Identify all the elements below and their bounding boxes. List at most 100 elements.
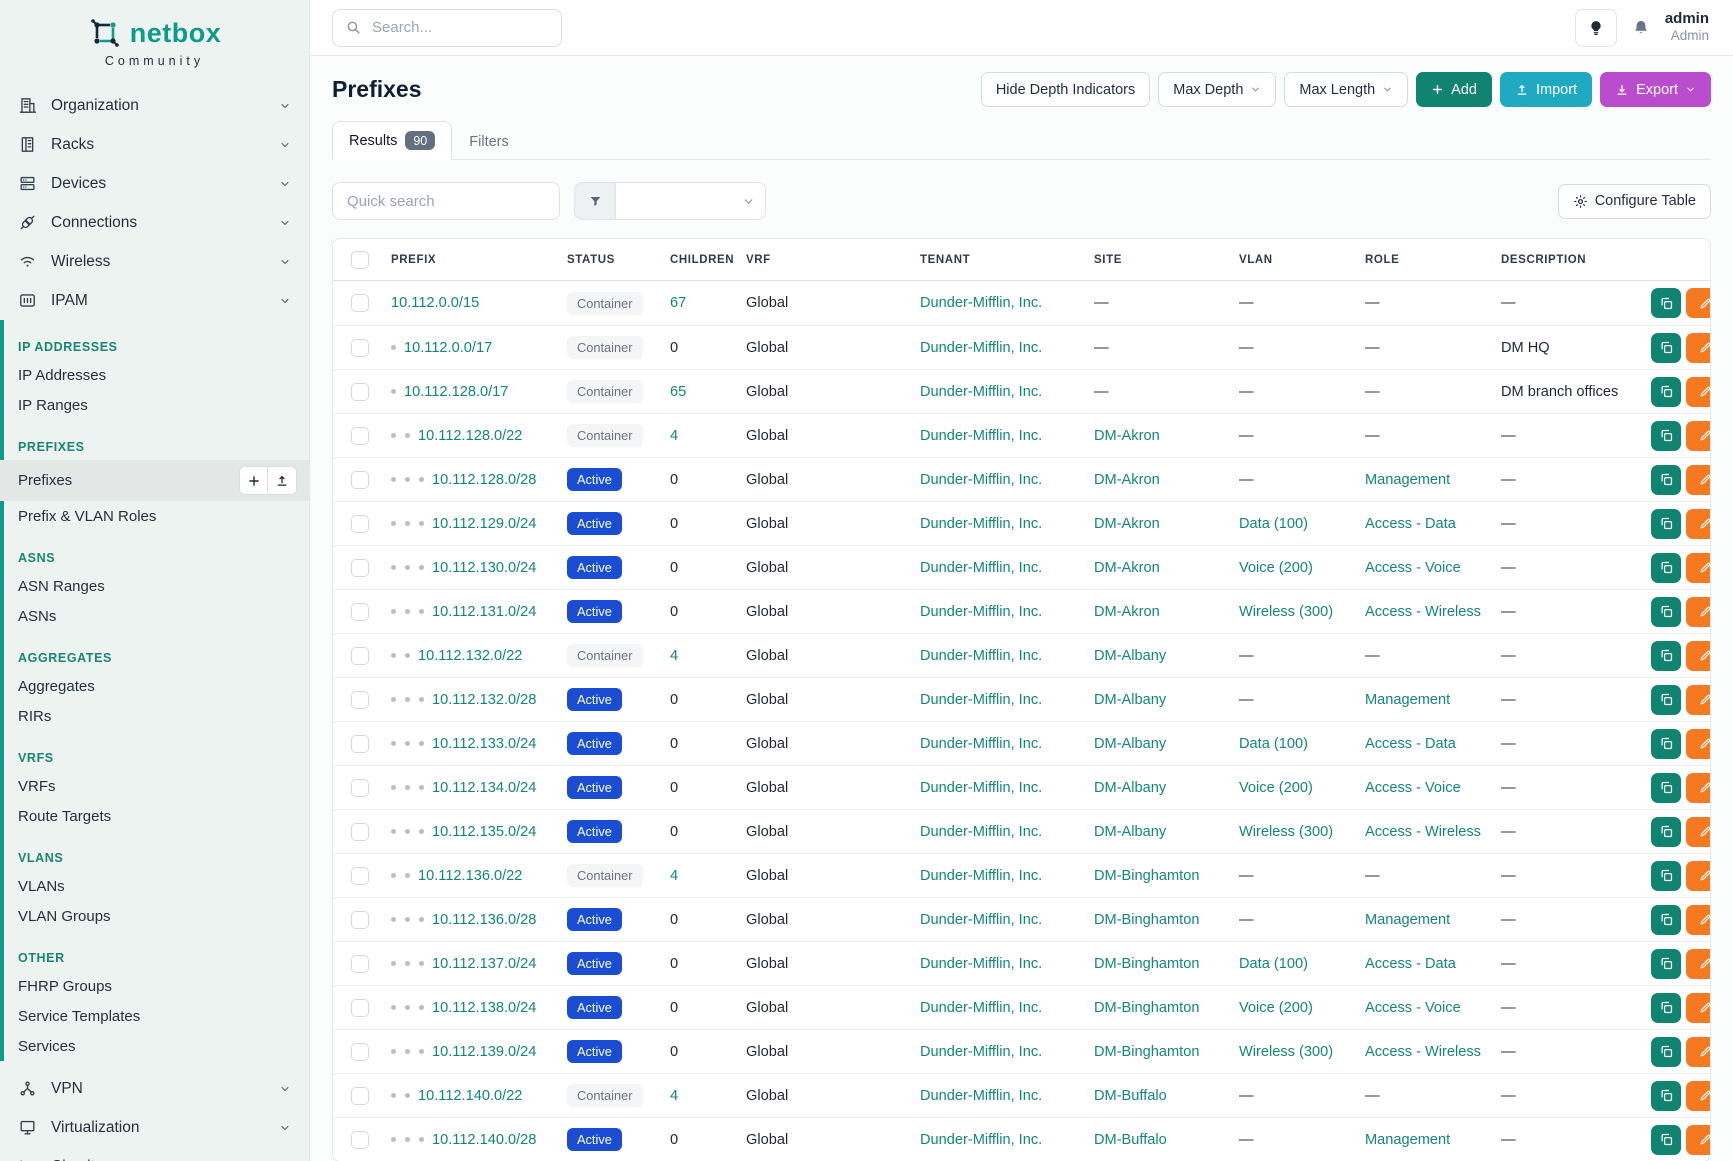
column-header-prefix[interactable]: PREFIX [391, 254, 567, 266]
edit-button[interactable] [1686, 861, 1711, 891]
max-depth-dropdown[interactable]: Max Depth [1158, 72, 1276, 107]
vlan-link[interactable]: Wireless (300) [1239, 824, 1333, 840]
site-link[interactable]: DM-Albany [1094, 824, 1166, 840]
row-checkbox[interactable] [351, 1131, 369, 1149]
row-checkbox[interactable] [351, 1043, 369, 1061]
role-link[interactable]: Access - Data [1365, 736, 1456, 752]
tenant-link[interactable]: Dunder-Mifflin, Inc. [920, 1000, 1042, 1016]
column-header-role[interactable]: ROLE [1365, 254, 1501, 266]
tenant-link[interactable]: Dunder-Mifflin, Inc. [920, 1044, 1042, 1060]
column-header-children[interactable]: CHILDREN [670, 254, 746, 266]
site-link[interactable]: DM-Buffalo [1094, 1088, 1167, 1104]
sidebar-item-vrfs[interactable]: VRFs [0, 771, 309, 801]
prefix-link[interactable]: 10.112.131.0/24 [432, 604, 536, 620]
tenant-link[interactable]: Dunder-Mifflin, Inc. [920, 780, 1042, 796]
site-link[interactable]: DM-Binghamton [1094, 868, 1199, 884]
sidebar-group-racks[interactable]: Racks [0, 125, 309, 164]
children-count-link[interactable]: 4 [670, 1088, 678, 1104]
edit-button[interactable] [1686, 685, 1711, 715]
column-header-vrf[interactable]: VRF [746, 254, 920, 266]
row-checkbox[interactable] [351, 691, 369, 709]
sidebar-item-prefixes[interactable]: Prefixes [0, 460, 309, 501]
prefix-link[interactable]: 10.112.132.0/22 [418, 648, 522, 664]
copy-button[interactable] [1651, 905, 1681, 935]
edit-button[interactable] [1686, 1081, 1711, 1111]
role-link[interactable]: Access - Data [1365, 956, 1456, 972]
edit-button[interactable] [1686, 773, 1711, 803]
max-length-dropdown[interactable]: Max Length [1284, 72, 1408, 107]
vlan-link[interactable]: Voice (200) [1239, 1000, 1313, 1016]
sidebar-item-prefix-vlan-roles[interactable]: Prefix & VLAN Roles [0, 501, 309, 531]
vlan-link[interactable]: Voice (200) [1239, 780, 1313, 796]
edit-button[interactable] [1686, 993, 1711, 1023]
role-link[interactable]: Access - Wireless [1365, 824, 1481, 840]
tab-filters[interactable]: Filters [452, 124, 525, 160]
sidebar-item-fhrp-groups[interactable]: FHRP Groups [0, 971, 309, 1001]
quick-search-input[interactable] [332, 182, 560, 220]
site-link[interactable]: DM-Akron [1094, 604, 1160, 620]
copy-button[interactable] [1651, 641, 1681, 671]
edit-button[interactable] [1686, 333, 1711, 363]
children-count-link[interactable]: 65 [670, 384, 686, 400]
copy-button[interactable] [1651, 465, 1681, 495]
sidebar-group-connections[interactable]: Connections [0, 203, 309, 242]
column-header-site[interactable]: SITE [1094, 254, 1239, 266]
edit-button[interactable] [1686, 1125, 1711, 1155]
row-checkbox[interactable] [351, 735, 369, 753]
column-header-vlan[interactable]: VLAN [1239, 254, 1365, 266]
sidebar-item-rirs[interactable]: RIRs [0, 701, 309, 731]
vlan-link[interactable]: Data (100) [1239, 516, 1308, 532]
prefix-link[interactable]: 10.112.0.0/15 [391, 295, 479, 311]
site-link[interactable]: DM-Albany [1094, 648, 1166, 664]
global-search[interactable] [332, 9, 562, 47]
sidebar-item-aggregates[interactable]: Aggregates [0, 671, 309, 701]
tenant-link[interactable]: Dunder-Mifflin, Inc. [920, 868, 1042, 884]
sidebar-group-virtualization[interactable]: Virtualization [0, 1108, 309, 1147]
hide-depth-indicators-button[interactable]: Hide Depth Indicators [981, 72, 1150, 107]
tenant-link[interactable]: Dunder-Mifflin, Inc. [920, 736, 1042, 752]
tenant-link[interactable]: Dunder-Mifflin, Inc. [920, 428, 1042, 444]
vlan-link[interactable]: Data (100) [1239, 736, 1308, 752]
edit-button[interactable] [1686, 949, 1711, 979]
configure-table-button[interactable]: Configure Table [1558, 184, 1711, 219]
column-header-description[interactable]: DESCRIPTION [1501, 254, 1651, 266]
tenant-link[interactable]: Dunder-Mifflin, Inc. [920, 648, 1042, 664]
select-all-checkbox[interactable] [351, 251, 369, 269]
copy-button[interactable] [1651, 377, 1681, 407]
user-menu[interactable]: admin Admin [1665, 10, 1709, 46]
sidebar-item-route-targets[interactable]: Route Targets [0, 801, 309, 831]
children-count-link[interactable]: 4 [670, 428, 678, 444]
prefix-link[interactable]: 10.112.138.0/24 [432, 1000, 536, 1016]
copy-button[interactable] [1651, 1125, 1681, 1155]
tenant-link[interactable]: Dunder-Mifflin, Inc. [920, 384, 1042, 400]
tenant-link[interactable]: Dunder-Mifflin, Inc. [920, 295, 1042, 311]
site-link[interactable]: DM-Albany [1094, 692, 1166, 708]
copy-button[interactable] [1651, 773, 1681, 803]
row-checkbox[interactable] [351, 955, 369, 973]
row-checkbox[interactable] [351, 471, 369, 489]
prefix-link[interactable]: 10.112.0.0/17 [404, 340, 492, 356]
vlan-link[interactable]: Data (100) [1239, 956, 1308, 972]
sidebar-group-devices[interactable]: Devices [0, 164, 309, 203]
prefix-link[interactable]: 10.112.140.0/22 [418, 1088, 522, 1104]
row-checkbox[interactable] [351, 999, 369, 1017]
edit-button[interactable] [1686, 377, 1711, 407]
prefix-link[interactable]: 10.112.128.0/17 [404, 384, 508, 400]
role-link[interactable]: Management [1365, 472, 1450, 488]
site-link[interactable]: DM-Akron [1094, 516, 1160, 532]
role-link[interactable]: Management [1365, 912, 1450, 928]
children-count-link[interactable]: 4 [670, 868, 678, 884]
notifications-button[interactable] [1631, 18, 1651, 38]
prefix-link[interactable]: 10.112.128.0/28 [432, 472, 536, 488]
filter-dropdown[interactable] [616, 182, 766, 220]
edit-button[interactable] [1686, 1037, 1711, 1067]
site-link[interactable]: DM-Akron [1094, 428, 1160, 444]
copy-button[interactable] [1651, 421, 1681, 451]
prefix-link[interactable]: 10.112.139.0/24 [432, 1044, 536, 1060]
row-checkbox[interactable] [351, 1087, 369, 1105]
site-link[interactable]: DM-Binghamton [1094, 1000, 1199, 1016]
sidebar-group-circuits[interactable]: Circuits [0, 1147, 309, 1161]
role-link[interactable]: Access - Voice [1365, 560, 1461, 576]
sidebar-item-ip-addresses[interactable]: IP Addresses [0, 360, 309, 390]
site-link[interactable]: DM-Albany [1094, 736, 1166, 752]
